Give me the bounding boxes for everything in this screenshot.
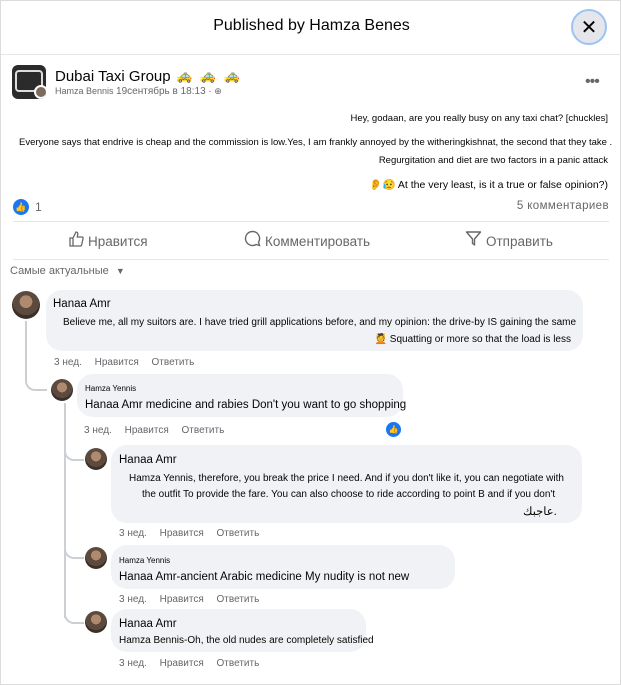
comment-time[interactable]: 3 нед.	[119, 658, 147, 669]
sort-label: Самые актуальные	[10, 265, 109, 277]
like-button-label: Нравится	[88, 233, 148, 249]
comment-sort-dropdown[interactable]: Самые актуальные ▼	[10, 265, 125, 277]
share-button-label: Отправить	[486, 233, 553, 249]
group-name[interactable]: Dubai Taxi Group	[55, 68, 171, 85]
comment-time[interactable]: 3 нед.	[119, 594, 147, 605]
post-text-line: 👂😥 At the very least, is it a true or fa…	[369, 179, 608, 191]
like-count[interactable]: 1	[35, 200, 42, 214]
comment-author[interactable]: Hanaa Amr	[119, 454, 177, 466]
comment-like-button[interactable]: Нравится	[160, 528, 204, 539]
comment-reply-button[interactable]: Ответить	[217, 658, 260, 669]
reaction-like-icon[interactable]: 👍	[386, 422, 401, 437]
comment-actions: 3 нед. Нравится Ответить	[84, 425, 234, 436]
comment-like-button[interactable]: Нравится	[95, 357, 139, 368]
comment-actions: 3 нед. Нравится Ответить	[54, 357, 204, 368]
comment-actions: 3 нед. Нравится Ответить	[119, 528, 269, 539]
divider	[13, 221, 609, 222]
comment-text: Believe me, all my suitors are. I have t…	[63, 317, 577, 328]
post-text-line: Regurgitation and diet are two factors i…	[378, 155, 608, 166]
comment-button-label: Комментировать	[265, 233, 371, 249]
post-date[interactable]: 19сентябрь в 18:13 ·	[116, 86, 212, 97]
thread-connector	[64, 441, 84, 461]
comment-author[interactable]: Hamza Yennis	[119, 556, 170, 565]
like-button[interactable]: Нравится	[68, 227, 148, 255]
comment-like-button[interactable]: Нравится	[125, 425, 169, 436]
post-text-line: Hey, godaan, are you really busy on any …	[350, 113, 608, 124]
thumbs-up-icon[interactable]: 👍	[13, 199, 29, 215]
modal-title: Published by Hamza Benes	[213, 17, 410, 34]
post-meta: Hamza Bennis 19сентябрь в 18:13 · ⊕	[55, 86, 222, 97]
avatar[interactable]	[85, 611, 107, 633]
reactions-row: 👍 1 5 комментариев	[13, 199, 609, 217]
comment-icon	[244, 230, 261, 252]
thread-connector	[64, 604, 84, 624]
globe-icon: ⊕	[214, 86, 222, 96]
thread-line	[64, 403, 66, 618]
comment-reply-button[interactable]: Ответить	[217, 528, 260, 539]
comment-reply-button[interactable]: Ответить	[182, 425, 225, 436]
comment-text: Hamza Yennis, therefore, you break the p…	[129, 473, 564, 484]
send-icon	[465, 230, 482, 252]
post-modal: Published by Hamza Benes ✕ Dubai Taxi Gr…	[0, 0, 621, 685]
share-button[interactable]: Отправить	[465, 227, 553, 255]
comment-author[interactable]: Hanaa Amr	[53, 298, 111, 310]
comment-author[interactable]: Hanaa Amr	[119, 618, 177, 630]
comment-like-button[interactable]: Нравится	[160, 594, 204, 605]
divider	[13, 259, 609, 260]
post-text-line: Everyone says that endrive is cheap and …	[19, 137, 613, 148]
comments-count[interactable]: 5 комментариев	[517, 200, 609, 212]
thumbs-up-icon	[68, 230, 84, 252]
comment-like-button[interactable]: Нравится	[160, 658, 204, 669]
comment-author[interactable]: Hamza Yennis	[85, 384, 136, 393]
comment-time[interactable]: 3 нед.	[54, 357, 82, 368]
comment-bubble	[111, 445, 582, 523]
comment-text: 💆 Squatting or more so that the load is …	[374, 334, 571, 345]
comment-text: the outfit To provide the fare. You can …	[142, 489, 556, 500]
avatar[interactable]	[51, 379, 73, 401]
comment-button[interactable]: Комментировать	[244, 227, 370, 255]
author-avatar[interactable]	[34, 85, 46, 99]
avatar[interactable]	[12, 291, 40, 319]
modal-header: Published by Hamza Benes ✕	[1, 1, 621, 55]
comment-time[interactable]: 3 нед.	[119, 528, 147, 539]
comment-time[interactable]: 3 нед.	[84, 425, 112, 436]
group-avatar[interactable]	[12, 65, 46, 99]
thread-connector	[64, 539, 84, 559]
comment-reply-button[interactable]: Ответить	[217, 594, 260, 605]
comment-reply-button[interactable]: Ответить	[152, 357, 195, 368]
close-button[interactable]: ✕	[571, 9, 607, 45]
close-icon: ✕	[580, 16, 598, 39]
avatar[interactable]	[85, 547, 107, 569]
comment-text: عاجبك.	[523, 506, 557, 518]
comment-actions: 3 нед. Нравится Ответить	[119, 658, 269, 669]
caret-down-icon: ▼	[115, 266, 125, 276]
thread-connector	[25, 363, 47, 391]
comment-text: Hanaa Amr medicine and rabies Don't you …	[85, 399, 407, 411]
taxi-emoji: 🚕 🚕 🚕	[176, 68, 242, 83]
comment-actions: 3 нед. Нравится Ответить	[119, 594, 269, 605]
comment-text: Hamza Bennis-Oh, the old nudes are compl…	[119, 635, 374, 646]
comment-text: Hanaa Amr-ancient Arabic medicine My nud…	[119, 571, 410, 583]
avatar[interactable]	[85, 448, 107, 470]
post-author[interactable]: Hamza Bennis	[55, 86, 114, 96]
more-options-button[interactable]: •••	[585, 73, 600, 91]
